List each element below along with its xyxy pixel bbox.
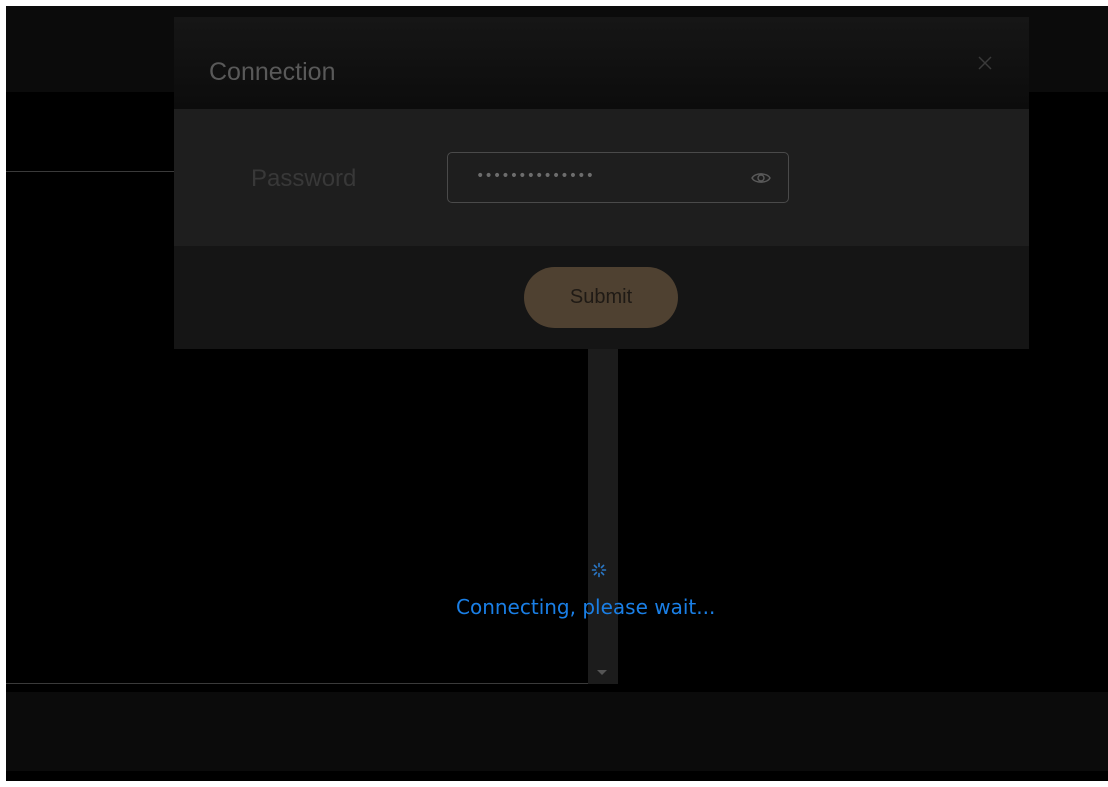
password-value: •••••••••••••• (476, 168, 595, 184)
password-field[interactable]: •••••••••••••• (447, 152, 789, 203)
dialog-footer: Submit (174, 246, 1029, 349)
dialog-header: Connection (174, 17, 1029, 109)
password-label: Password (251, 165, 357, 192)
scrollbar[interactable] (588, 346, 618, 684)
eye-icon[interactable] (750, 167, 772, 189)
dialog-body: Password •••••••••••••• (174, 109, 1029, 246)
spinner-icon (591, 562, 607, 578)
connection-dialog: Connection Password •••••••••••••• Submi… (174, 17, 1029, 349)
connecting-status-text: Connecting, please wait... (456, 595, 716, 619)
submit-button[interactable]: Submit (524, 267, 678, 328)
app-window: Connection Password •••••••••••••• Submi… (6, 6, 1108, 781)
dialog-title: Connection (209, 58, 336, 86)
close-icon[interactable] (975, 53, 995, 73)
chevron-down-icon[interactable] (597, 670, 607, 675)
bottom-bar (6, 692, 1108, 771)
